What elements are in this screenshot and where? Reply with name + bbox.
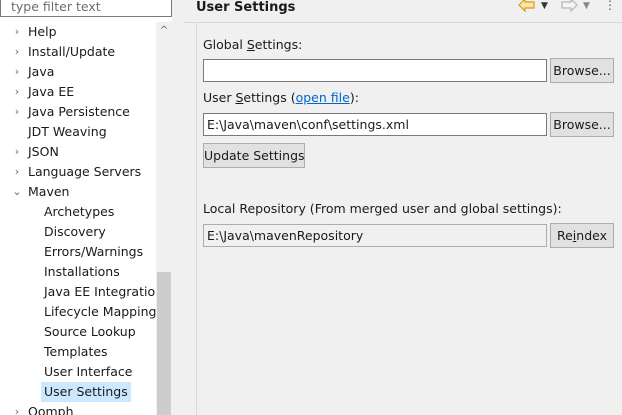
forward-dropdown-icon[interactable]: ▼ [583, 0, 590, 13]
tree-item-label: Archetypes [44, 204, 115, 219]
tree-item[interactable]: Discovery [0, 222, 156, 242]
pane-splitter[interactable] [172, 0, 184, 415]
preferences-tree: › Help › Install/Update › Java › Java EE › Java P… [0, 22, 163, 415]
tree-item-label: Maven [28, 184, 70, 199]
global-settings-label-post: ettings: [254, 37, 303, 52]
open-file-link[interactable]: open file [296, 90, 350, 105]
tree-item[interactable]: Installations [0, 262, 156, 282]
tree-item[interactable]: Templates [0, 342, 156, 362]
local-repository-label: Local Repository (From merged user and g… [203, 201, 562, 216]
tree-item-label: Install/Update [28, 44, 116, 59]
chevron-right-icon[interactable]: › [12, 22, 22, 42]
tree-item-label: Installations [44, 264, 120, 279]
preferences-tree-pane: type filter text › Help › Install/Update › Ja… [0, 0, 184, 415]
tree-item-label: Lifecycle Mappings [44, 304, 163, 319]
tree-item[interactable]: › Oomph [0, 402, 156, 415]
chevron-right-icon[interactable]: › [12, 82, 22, 102]
tree-item[interactable]: Lifecycle Mappings [0, 302, 163, 322]
back-dropdown-icon[interactable]: ▼ [541, 0, 548, 13]
tree-item[interactable]: User Settings [0, 382, 156, 402]
tree-item[interactable]: Archetypes [0, 202, 156, 222]
tree-scrollbar[interactable]: ^ [156, 22, 172, 415]
reindex-button[interactable]: Reindex [550, 223, 614, 248]
chevron-right-icon[interactable]: › [12, 42, 22, 62]
chevron-right-icon[interactable]: › [12, 102, 22, 122]
user-settings-label-post: ettings ( [243, 90, 296, 105]
scroll-up-icon[interactable]: ^ [156, 22, 172, 40]
tree-item[interactable]: › JSON [0, 142, 156, 162]
tree-item[interactable]: › Help [0, 22, 156, 42]
user-settings-browse-button[interactable]: Browse... [550, 112, 614, 137]
settings-page: User Settings ▼ ▼ ⋮ Global Settings: Bro… [184, 0, 622, 415]
view-menu-icon[interactable]: ⋮ [604, 0, 616, 12]
forward-arrow-glyph [561, 0, 578, 13]
tree-item-label: User Settings [41, 382, 131, 402]
global-settings-mnemonic: S [246, 37, 255, 52]
user-settings-label-pre: User [203, 90, 236, 105]
tree-item-label: Java EE Integration [44, 284, 164, 299]
chevron-right-icon[interactable]: › [12, 162, 22, 182]
tree-item-label: Java [28, 64, 55, 79]
tree-item-label: User Interface [44, 364, 133, 379]
global-settings-browse-button[interactable]: Browse... [550, 58, 614, 83]
tree-item-label: Java Persistence [28, 104, 130, 119]
tree-item[interactable]: JDT Weaving [0, 122, 156, 142]
tree-item[interactable]: › Install/Update [0, 42, 156, 62]
tree-item-label: Errors/Warnings [44, 244, 144, 259]
tree-item-label: JSON [28, 144, 59, 159]
tree-item-label: Help [28, 24, 57, 39]
tree-item[interactable]: › Java [0, 62, 156, 82]
chevron-down-icon[interactable]: ⌄ [12, 182, 22, 202]
tree-item[interactable]: Java EE Integration [0, 282, 163, 302]
user-settings-label-end: ): [349, 90, 359, 105]
tree-item-label: Oomph [28, 404, 74, 415]
tree-item[interactable]: › Java Persistence [0, 102, 156, 122]
tree-item-label: Templates [44, 344, 108, 359]
tree-item-label: JDT Weaving [28, 124, 107, 139]
local-repository-field: E:\Java\mavenRepository [203, 224, 547, 247]
global-settings-label: Global Settings: [203, 37, 302, 53]
tree-item[interactable]: › Java EE [0, 82, 156, 102]
forward-arrow-icon[interactable] [560, 0, 578, 14]
user-settings-field[interactable]: E:\Java\maven\conf\settings.xml [203, 113, 547, 136]
update-settings-button[interactable]: Update Settings [203, 143, 305, 168]
chevron-right-icon[interactable]: › [12, 62, 22, 82]
reindex-label-pre: Re [556, 228, 573, 243]
reindex-label-post: ndex [576, 228, 608, 243]
chevron-right-icon[interactable]: › [12, 402, 22, 415]
settings-content: Global Settings: Browse... User Settings… [196, 23, 622, 415]
chevron-right-icon[interactable]: › [12, 142, 22, 162]
back-arrow-glyph [518, 0, 535, 13]
tree-item-label: Java EE [28, 84, 75, 99]
tree-item-label: Source Lookup [44, 324, 136, 339]
page-title: User Settings [196, 0, 296, 15]
tree-item-label: Discovery [44, 224, 106, 239]
tree-item[interactable]: › Language Servers [0, 162, 156, 182]
tree-item[interactable]: ⌄ Maven [0, 182, 156, 202]
user-settings-label: User Settings (open file): [203, 90, 359, 106]
tree-item[interactable]: Source Lookup [0, 322, 156, 342]
back-arrow-icon[interactable] [518, 0, 536, 14]
tree-item[interactable]: User Interface [0, 362, 156, 382]
tree-item-label: Language Servers [28, 164, 142, 179]
tree-item[interactable]: Errors/Warnings [0, 242, 156, 262]
global-settings-label-pre: Global [203, 37, 247, 52]
global-settings-field[interactable] [203, 59, 547, 82]
scroll-thumb[interactable] [157, 272, 171, 415]
filter-input[interactable]: type filter text [0, 0, 172, 17]
